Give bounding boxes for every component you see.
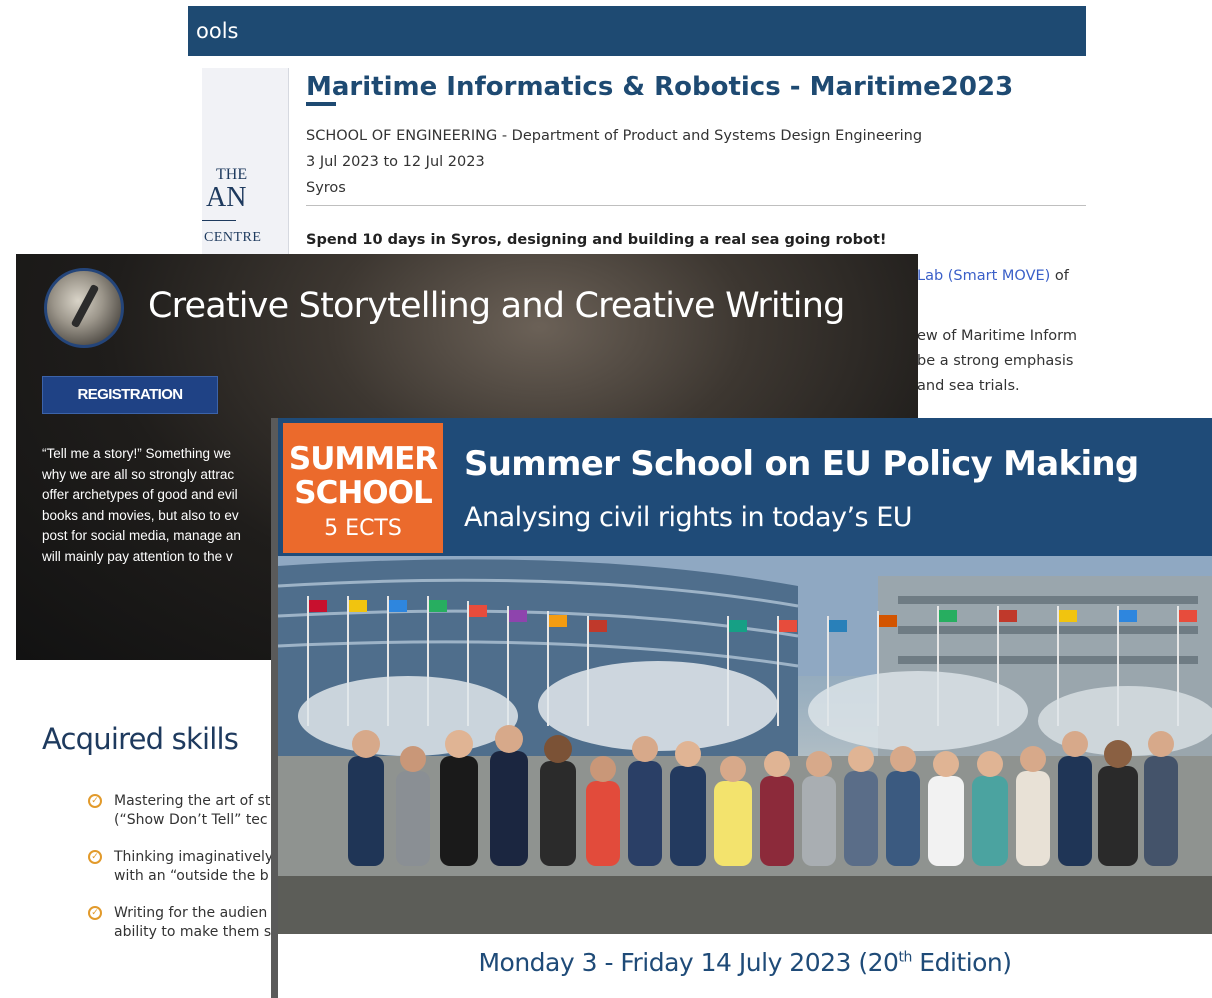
badge-line-2: SCHOOL <box>294 475 432 511</box>
logo-text-an: AN <box>206 182 247 213</box>
lab-link[interactable]: Lab (Smart MOVE) <box>917 268 1050 284</box>
skill-text-line: Writing for the audien <box>114 905 268 921</box>
logo-text-centre: CENTRE <box>204 230 262 245</box>
group-photo-illustration <box>278 556 1212 934</box>
course-lead: Spend 10 days in Syros, designing and bu… <box>306 232 887 248</box>
description-line: why we are all so strongly attrac <box>42 466 235 482</box>
course-title: Maritime Informatics & Robotics - Mariti… <box>306 72 1014 102</box>
edition-label: Edition) <box>911 948 1012 977</box>
skill-text-line: Mastering the art of st <box>114 793 271 809</box>
site-header-text: ools <box>196 19 239 43</box>
poster-subtitle: Analysing civil rights in today’s EU <box>464 502 913 533</box>
logo-divider <box>202 220 236 221</box>
course-location: Syros <box>306 180 346 196</box>
description-line: “Tell me a story!” Something we <box>42 446 232 461</box>
skill-text-line: (“Show Don’t Tell” tec <box>114 812 268 828</box>
lab-text-line: Lab (Smart MOVE) of <box>917 268 1069 284</box>
pen-writing-image <box>44 268 124 348</box>
check-circle-icon: ✓ <box>88 906 102 920</box>
desc-fragment-2: be a strong emphasis <box>917 353 1074 369</box>
check-circle-icon: ✓ <box>88 850 102 864</box>
description-line: post for social media, manage an <box>42 528 241 543</box>
description-line: will mainly pay attention to the v <box>42 548 233 564</box>
lab-link-suffix: of <box>1050 268 1069 284</box>
desc-fragment-3: and sea trials. <box>917 378 1020 394</box>
skill-text-line: Thinking imaginatively <box>114 849 274 865</box>
site-header-bar: ools <box>188 6 1086 56</box>
poster-header: SUMMER SCHOOL 5 ECTS Summer School on EU… <box>278 418 1212 556</box>
fountain-pen-icon <box>70 283 100 329</box>
course-school: SCHOOL OF ENGINEERING - Department of Pr… <box>306 128 923 144</box>
eu-policy-poster: SUMMER SCHOOL 5 ECTS Summer School on EU… <box>271 418 1212 998</box>
badge-ects: 5 ECTS <box>324 516 402 541</box>
title-accent-bar <box>306 102 336 106</box>
event-dates-text: Monday 3 - Friday 14 July 2023 (20 <box>478 948 899 977</box>
badge-line-1: SUMMER <box>288 441 438 477</box>
skill-item: ✓ Mastering the art of st (“Show Don’t T… <box>88 792 288 832</box>
edition-ordinal: th <box>898 949 912 966</box>
poster-title: Summer School on EU Policy Making <box>464 444 1139 484</box>
skill-item: ✓ Writing for the audien ability to make… <box>88 904 288 944</box>
description-line: books and movies, but also to ev <box>42 507 239 523</box>
registration-button[interactable]: REGISTRATION <box>42 376 218 414</box>
skill-text-line: ability to make them s <box>114 924 272 940</box>
desc-fragment-1: ew of Maritime Inform <box>917 328 1078 344</box>
skill-item: ✓ Thinking imaginatively with an “outsid… <box>88 848 288 888</box>
skill-text-line: with an “outside the b <box>114 868 269 884</box>
course-title: Creative Storytelling and Creative Writi… <box>148 286 845 326</box>
event-dates: Monday 3 - Friday 14 July 2023 (20th Edi… <box>278 948 1212 977</box>
group-photo <box>278 556 1212 934</box>
acquired-skills-heading: Acquired skills <box>42 722 239 756</box>
course-dates: 3 Jul 2023 to 12 Jul 2023 <box>306 154 485 170</box>
check-circle-icon: ✓ <box>88 794 102 808</box>
summer-school-badge: SUMMER SCHOOL 5 ECTS <box>283 423 443 553</box>
meta-divider <box>306 205 1086 206</box>
description-line: offer archetypes of good and evil <box>42 487 238 502</box>
course-description: “Tell me a story!” Something we why we a… <box>42 444 292 567</box>
